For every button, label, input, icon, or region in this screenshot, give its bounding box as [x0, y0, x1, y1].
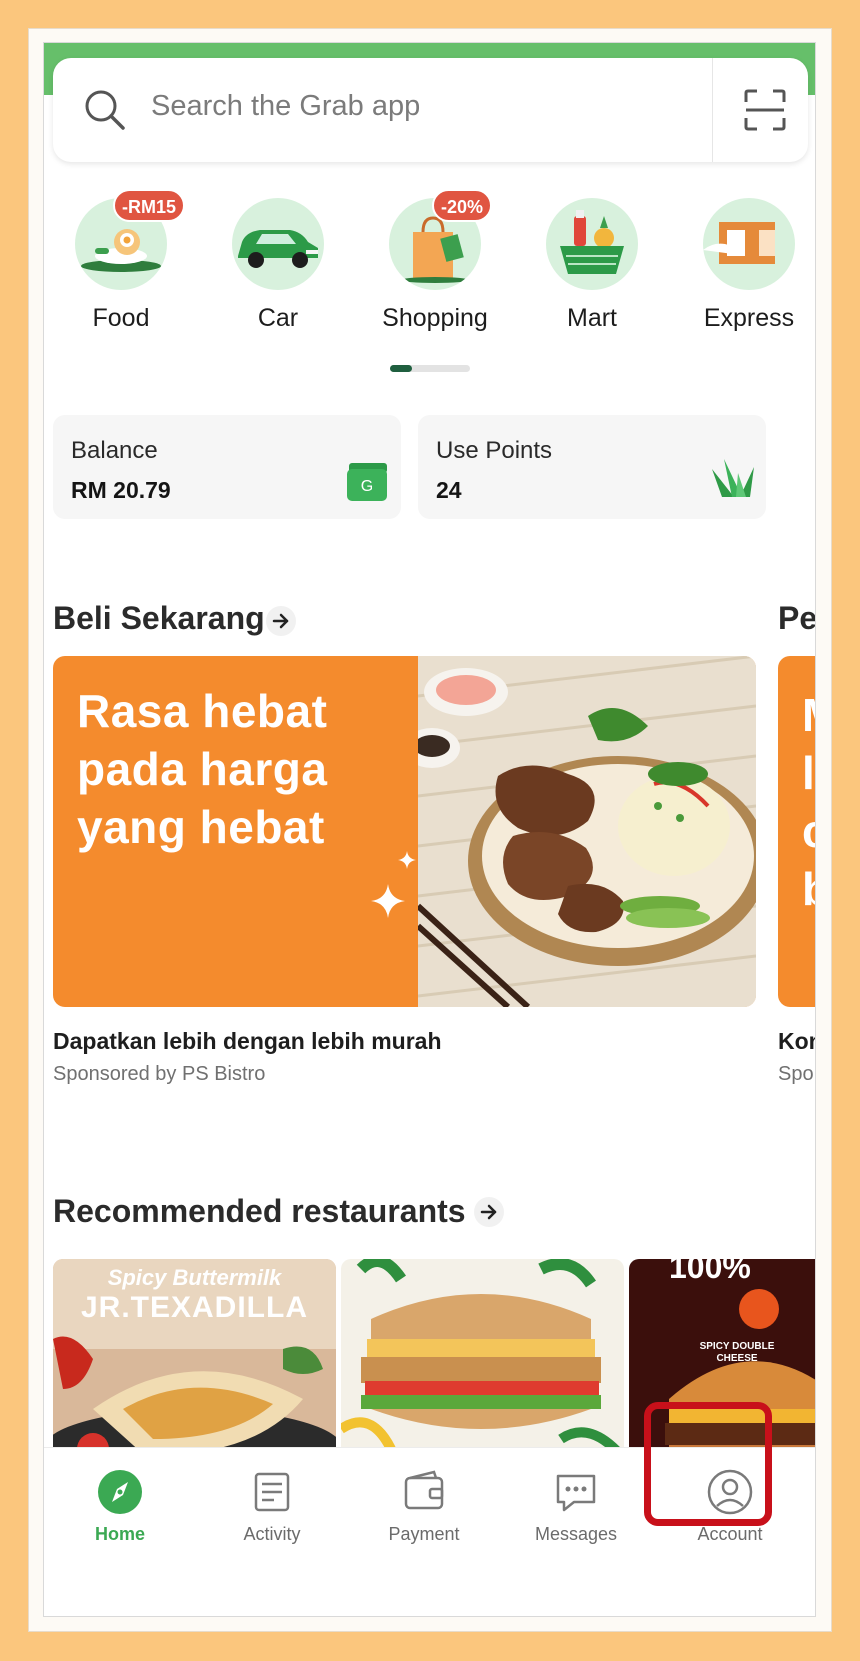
promo-badge: -RM15: [113, 189, 186, 222]
search-divider: [712, 58, 713, 162]
chat-icon: [556, 1474, 596, 1512]
section-title-next-peek: Pe: [778, 600, 816, 636]
restaurant-caption: 100%: [669, 1259, 751, 1285]
service-car[interactable]: Car: [203, 198, 353, 333]
grabpay-wallet-icon: G: [347, 463, 387, 501]
crown-points-icon: [712, 459, 754, 497]
promo-next-letter: c: [802, 802, 815, 860]
points-label: Use Points: [436, 437, 553, 464]
car-icon: [232, 198, 324, 290]
restaurant-caption: SPICY DOUBLE CHEESE: [699, 1341, 775, 1364]
promo-sponsor: Sponsored by PS Bistro: [53, 1063, 266, 1085]
receipt-icon: [254, 1472, 290, 1512]
balance-card[interactable]: Balance RM 20.79 G: [53, 415, 401, 519]
points-card[interactable]: Use Points 24: [418, 415, 766, 519]
promo-headline-line: Rasa hebat: [77, 685, 328, 737]
arrow-right-icon: [272, 613, 289, 629]
pager-active-dot: [390, 365, 412, 372]
nav-item-messages[interactable]: Messages: [500, 1448, 652, 1588]
restaurant-card[interactable]: Spicy Buttermilk JR.TEXADILLA: [53, 1259, 336, 1469]
restaurant-caption: Spicy Buttermilk: [107, 1265, 282, 1290]
nav-label: Account: [697, 1524, 763, 1544]
buy-now-arrow-button[interactable]: [266, 606, 296, 636]
service-shopping[interactable]: Shopping: [360, 198, 510, 333]
nav-label: Messages: [534, 1524, 618, 1544]
promo-headline-line: yang hebat: [77, 801, 325, 853]
restaurant-card[interactable]: [341, 1259, 624, 1469]
promo-banner[interactable]: Rasa hebat pada harga yang hebat: [53, 656, 756, 1007]
balance-label: Balance: [71, 437, 158, 464]
promo-next-letter: b: [802, 860, 815, 918]
promo-headline: Rasa hebat pada harga yang hebat: [77, 682, 327, 856]
service-express[interactable]: Express: [674, 198, 815, 333]
app-screen: Search the Grab app Food -RM15 Car Shopp…: [43, 42, 816, 1617]
basket-icon: [546, 198, 638, 290]
svg-text:G: G: [361, 478, 373, 495]
service-label: Food: [92, 304, 150, 332]
sparkle-icon: [371, 884, 405, 918]
sparkle-small-icon: [398, 851, 416, 869]
scan-icon[interactable]: [743, 88, 787, 132]
section-title-buy-now: Beli Sekarang: [53, 600, 265, 636]
carousel-pager: [390, 365, 470, 372]
search-icon: [85, 90, 125, 130]
sandwich-photo: [341, 1259, 624, 1469]
nav-label: Payment: [388, 1524, 460, 1544]
compass-icon: [98, 1470, 142, 1514]
nav-item-payment[interactable]: Payment: [348, 1448, 500, 1588]
service-label: Shopping: [382, 304, 488, 332]
promo-headline-line: pada harga: [77, 743, 328, 795]
nav-item-activity[interactable]: Activity: [196, 1448, 348, 1588]
wallet-icon: [404, 1470, 444, 1510]
points-value: 24: [436, 477, 462, 503]
promo-next-sponsor-peek: Spo: [778, 1063, 814, 1085]
service-label: Car: [257, 304, 299, 332]
nav-label: Activity: [243, 1524, 301, 1544]
promo-banner-next[interactable]: M l c b: [778, 656, 815, 1007]
service-mart[interactable]: Mart: [517, 198, 667, 333]
promo-badge: -20%: [432, 189, 493, 222]
recommended-arrow-button[interactable]: [474, 1197, 504, 1227]
service-label: Express: [703, 304, 795, 332]
restaurant-caption: JR.TEXADILLA: [80, 1291, 308, 1324]
promo-next-letter: M: [802, 686, 815, 744]
parcel-icon: [703, 198, 795, 290]
nav-item-home[interactable]: Home: [44, 1448, 196, 1588]
arrow-right-icon: [480, 1204, 497, 1220]
promo-next-letter: l: [802, 747, 815, 799]
search-bar[interactable]: Search the Grab app: [53, 58, 808, 162]
nav-label: Home: [94, 1524, 145, 1544]
chicken-rice-photo: [404, 656, 756, 1007]
account-highlight-box: [644, 1402, 772, 1526]
balance-value: RM 20.79: [71, 477, 171, 503]
promo-next-headline: M l c b: [802, 686, 815, 918]
section-title-recommended: Recommended restaurants: [53, 1193, 466, 1229]
service-label: Mart: [567, 304, 617, 332]
search-placeholder[interactable]: Search the Grab app: [151, 90, 420, 123]
promo-next-title-peek[interactable]: Kon: [778, 1028, 815, 1055]
promo-title[interactable]: Dapatkan lebih dengan lebih murah: [53, 1028, 442, 1055]
